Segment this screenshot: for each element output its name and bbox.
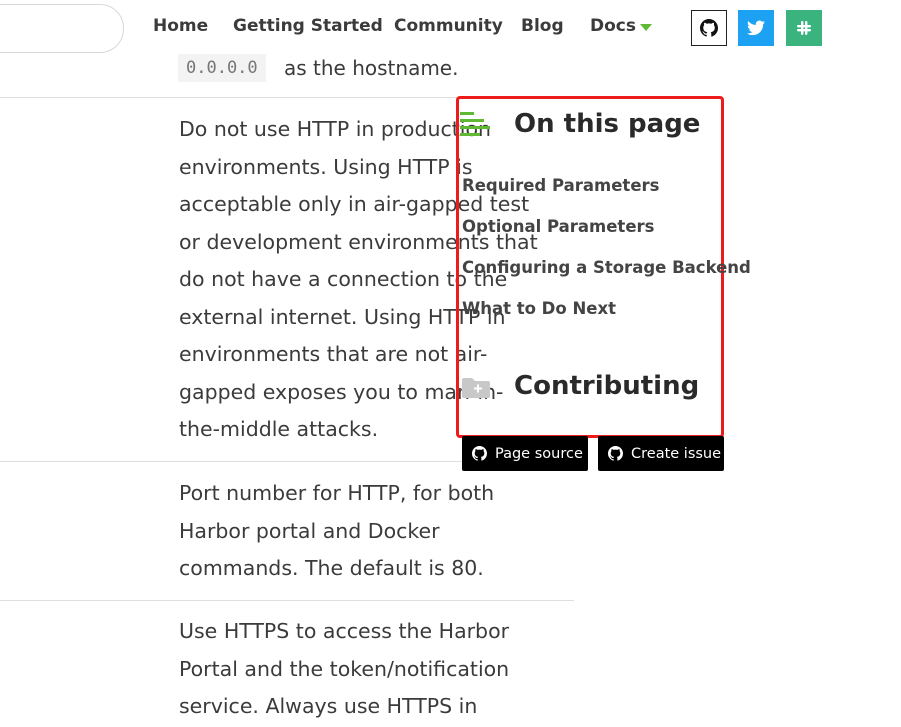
toc-link-required-parameters[interactable]: Required Parameters (462, 176, 659, 195)
github-button[interactable] (691, 10, 727, 46)
nav-blog-link[interactable]: Blog (521, 16, 564, 36)
search-input[interactable] (0, 4, 124, 53)
toc-link-what-to-do-next[interactable]: What to Do Next (462, 299, 616, 318)
contributing-title: Contributing (514, 371, 700, 401)
chevron-down-icon[interactable] (640, 24, 652, 31)
twitter-button[interactable] (738, 10, 774, 46)
docs-page: Home Getting Started Community Blog Docs… (0, 0, 901, 727)
create-issue-label: Create issue (631, 445, 722, 462)
http-port-text: Port number for HTTP, for both Harbor po… (179, 481, 495, 580)
toc-link-optional-parameters[interactable]: Optional Parameters (462, 217, 654, 236)
list-icon (460, 112, 492, 138)
https-text: Use HTTPS to access the Harbor Portal an… (179, 619, 510, 718)
slack-button[interactable] (786, 10, 822, 46)
table-divider (0, 600, 574, 601)
toc-title: On this page (514, 109, 701, 139)
nav-home-link[interactable]: Home (153, 16, 208, 36)
toc-link-storage-backend[interactable]: Configuring a Storage Backend (462, 258, 751, 277)
github-icon (700, 19, 718, 37)
hostname-code: 0.0.0.0 (178, 54, 266, 82)
github-icon (472, 446, 487, 461)
nav-docs-link[interactable]: Docs (590, 16, 636, 36)
slack-icon (797, 21, 811, 35)
github-icon (608, 446, 623, 461)
page-source-label: Page source (495, 445, 583, 462)
page-source-button[interactable]: Page source (462, 436, 588, 471)
nav-community-link[interactable]: Community (394, 16, 503, 36)
nav-getting-started-link[interactable]: Getting Started (233, 16, 383, 36)
create-issue-button[interactable]: Create issue (598, 436, 724, 471)
hostname-text: as the hostname. (284, 56, 459, 78)
twitter-icon (747, 20, 765, 36)
folder-plus-icon (461, 377, 491, 399)
